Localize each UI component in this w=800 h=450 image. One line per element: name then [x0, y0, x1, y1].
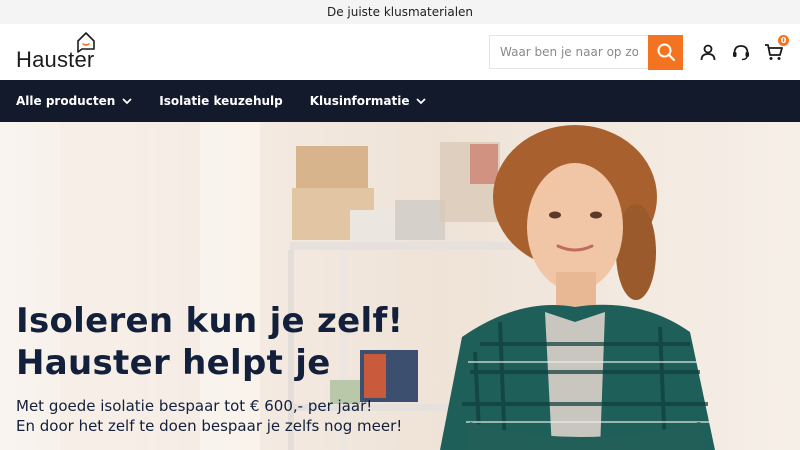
- logo-house-icon: [77, 32, 95, 53]
- hero-subtitle-line: Met goede isolatie bespaar tot € 600,- p…: [16, 397, 373, 415]
- search-input[interactable]: [490, 36, 648, 68]
- customer-service-button[interactable]: [730, 41, 752, 63]
- hero-subtitle-line: En door het zelf te doen bespaar je zelf…: [16, 417, 403, 435]
- cart-icon: [764, 44, 783, 60]
- hero-title-line: Hauster helpt je: [16, 343, 331, 383]
- chevron-down-icon: [122, 97, 132, 104]
- account-icon: [700, 44, 716, 61]
- account-button[interactable]: [697, 41, 719, 63]
- nav-item-insulation-guide[interactable]: Isolatie keuzehulp: [159, 94, 282, 108]
- cart-button[interactable]: 0: [762, 35, 789, 63]
- cart-count-badge: 0: [778, 35, 789, 46]
- top-announcement-bar: De juiste klusmaterialen: [0, 0, 800, 24]
- search-icon: [657, 43, 675, 62]
- nav-item-all-products[interactable]: Alle producten: [16, 94, 132, 108]
- support-icon: [733, 45, 749, 61]
- chevron-down-icon: [416, 97, 427, 104]
- hero-banner: Isoleren kun je zelf! Hauster helpt je M…: [0, 122, 800, 450]
- site-logo[interactable]: Hauster: [16, 31, 95, 73]
- nav-item-label: Alle producten: [16, 94, 116, 108]
- nav-item-label: Klusinformatie: [309, 94, 410, 108]
- site-header: Hauster Waar ben je naar op zoek? 0: [0, 24, 800, 80]
- search-bar: [489, 35, 648, 69]
- hero-subtitle: Met goede isolatie bespaar tot € 600,- p…: [16, 396, 403, 436]
- nav-item-diy-information[interactable]: Klusinformatie: [310, 94, 427, 108]
- announcement-text: De juiste klusmaterialen: [326, 5, 474, 19]
- nav-item-label: Isolatie keuzehulp: [159, 94, 283, 108]
- hero-title-line: Isoleren kun je zelf!: [16, 301, 404, 341]
- hero-title: Isoleren kun je zelf! Hauster helpt je: [16, 300, 403, 384]
- header-actions: 0: [489, 34, 789, 70]
- hero-text-block: Isoleren kun je zelf! Hauster helpt je M…: [16, 300, 403, 436]
- search-button[interactable]: [648, 34, 683, 70]
- main-navigation: Alle producten Isolatie keuzehulp Klusin…: [0, 80, 800, 122]
